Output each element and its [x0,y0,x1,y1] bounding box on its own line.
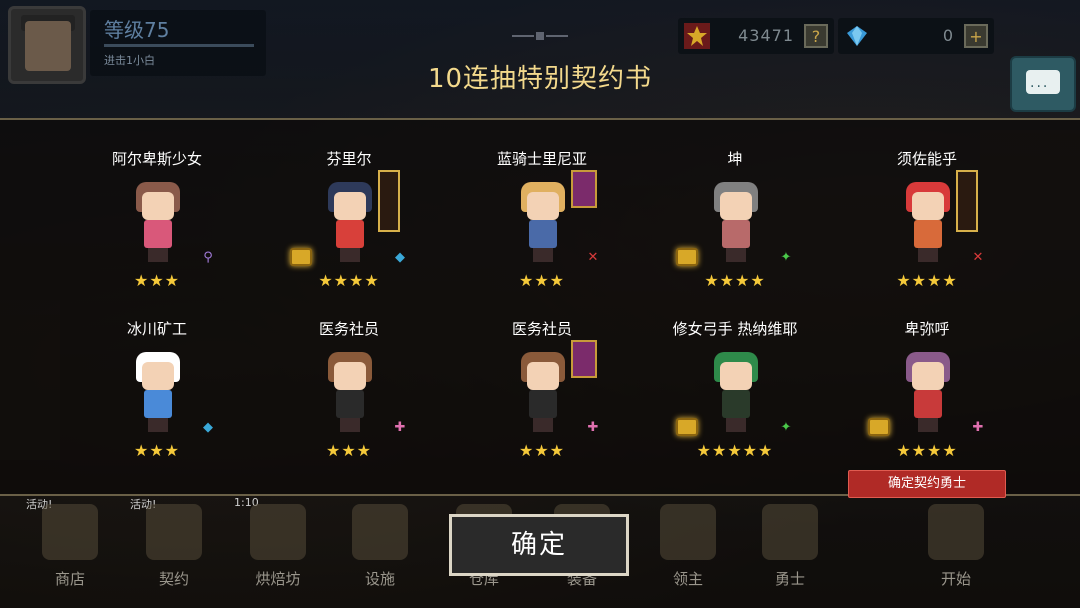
hero-card[interactable]: 医务社员 ✚ ★★★ [467,318,617,478]
hero-name: 冰川矿工 [126,320,187,338]
class-icon: ✦ [780,250,792,265]
hero-sprite [517,348,569,434]
hero-sprite [902,178,954,264]
hero-stars: ★★★★ [896,441,958,460]
nav-label: 商店 [54,570,85,588]
player-level: 等级75 [104,18,170,42]
player-avatar[interactable] [8,6,86,84]
contract-icon [146,504,202,560]
hero-card[interactable]: 须佐能乎 ✕ ★★★★ [852,148,1002,308]
hero-stars: ★★★ [518,271,566,290]
nav-contract[interactable]: 活动! 契约 [124,496,224,608]
gold-counter: 43471 ? [678,18,834,54]
class-icon: ✚ [587,420,599,435]
avatar-face [25,21,71,71]
hero-name: 医务社员 [511,320,572,338]
hero-name: 坤 [727,150,743,168]
diamond-icon [847,26,867,46]
helmet-icon [762,504,818,560]
class-icon: ✚ [394,420,406,435]
nav-label: 烘焙坊 [255,570,301,588]
class-icon: ✚ [972,420,984,435]
hero-card[interactable]: 卑弥呼 ✚ ★★★★ [852,318,1002,478]
nav-bakery[interactable]: 1:10 烘焙坊 [228,496,328,608]
nav-label: 契约 [158,570,189,588]
nav-label: 领主 [672,570,703,588]
title-ornament [512,32,568,40]
hero-name: 阿尔卑斯少女 [111,150,202,168]
nav-start[interactable]: 开始 [906,496,1006,608]
nav-shop[interactable]: 活动! 商店 [20,496,120,608]
contract-scroll-icon [676,418,698,436]
class-icon: ◆ [203,420,213,435]
hero-card[interactable]: 蓝骑士里尼亚 ✕ ★★★ [467,148,617,308]
hero-name: 卑弥呼 [904,320,950,338]
star-coin-icon [684,23,710,49]
player-nickname: 进击1小白 [104,54,155,67]
nav-label: 设施 [364,570,395,588]
nav-lord[interactable]: 领主 [638,496,738,608]
rank-banner-icon [956,170,978,232]
lord-icon [660,504,716,560]
class-icon: ✕ [587,250,599,265]
gem-value: 0 [942,26,954,45]
start-crest-icon [928,504,984,560]
ok-button[interactable]: 确定 [449,514,629,576]
level-progress-bar [104,44,254,47]
hero-stars: ★★★★ [704,271,766,290]
hero-name: 蓝骑士里尼亚 [496,150,587,168]
gem-counter: 0 + [838,18,994,54]
rank-banner-icon [378,170,400,232]
hero-card[interactable]: 冰川矿工 ◆ ★★★ [82,318,232,478]
hero-sprite [324,348,376,434]
confirm-contract-hero-tag[interactable]: 确定契约勇士 [848,470,1006,498]
contract-scroll-icon [290,248,312,266]
guild-banner-icon [571,340,597,378]
nav-heroes[interactable]: 勇士 [740,496,840,608]
class-icon: ✦ [780,420,792,435]
contract-scroll-icon [676,248,698,266]
hero-card[interactable]: 阿尔卑斯少女 ⚲ ★★★ [82,148,232,308]
nav-label: 开始 [940,570,971,588]
nav-facilities[interactable]: 设施 [330,496,430,608]
chat-dots: ... [1030,75,1050,91]
gold-help-button[interactable]: ? [804,24,828,48]
facilities-icon [352,504,408,560]
hero-sprite [132,348,184,434]
hero-name: 芬里尔 [326,150,372,168]
hero-name: 须佐能乎 [896,150,957,168]
player-level-panel: 等级75 进击1小白 [90,10,266,76]
hero-name: 医务社员 [318,320,379,338]
guild-banner-icon [571,170,597,208]
hero-stars: ★★★★ [896,271,958,290]
hero-sprite [324,178,376,264]
hero-card[interactable]: 坤 ✦ ★★★★ [660,148,810,308]
hero-card[interactable]: 医务社员 ✚ ★★★ [274,318,424,478]
hero-stars: ★★★★★ [696,441,774,460]
hero-name: 修女弓手 热纳维耶 [672,320,798,338]
hero-stars: ★★★ [133,441,181,460]
hero-stars: ★★★ [518,441,566,460]
shop-icon [42,504,98,560]
hero-sprite [132,178,184,264]
gold-value: 43471 [738,26,794,45]
bakery-icon [250,504,306,560]
class-icon: ✕ [972,250,984,265]
add-gems-button[interactable]: + [964,24,988,48]
hero-stars: ★★★★ [318,271,380,290]
nav-label: 勇士 [774,570,805,588]
hero-stars: ★★★ [133,271,181,290]
class-icon: ◆ [395,250,405,265]
hero-sprite [902,348,954,434]
page-title: 10连抽特别契约书 [427,64,653,94]
hero-sprite [710,348,762,434]
class-icon: ⚲ [203,250,213,265]
chat-button[interactable]: ... [1010,56,1076,112]
hero-sprite [517,178,569,264]
hero-stars: ★★★ [325,441,373,460]
hero-sprite [710,178,762,264]
hero-card[interactable]: 芬里尔 ◆ ★★★★ [274,148,424,308]
hero-card[interactable]: 修女弓手 热纳维耶 ✦ ★★★★★ [660,318,810,478]
contract-scroll-icon [868,418,890,436]
